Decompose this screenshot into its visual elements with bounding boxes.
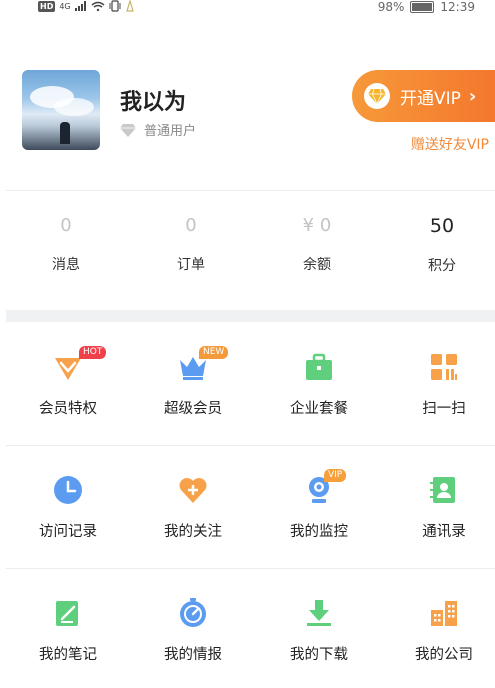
grid-item-label: 我的笔记: [39, 647, 97, 663]
stat-orders[interactable]: 0 订单: [131, 215, 251, 274]
vip-diamond-icon: [364, 83, 390, 109]
note-icon: [56, 601, 78, 626]
network-type: 4G: [59, 1, 71, 11]
hd-badge: HD: [38, 0, 56, 12]
diamond-icon: [120, 123, 136, 137]
download-icon: [307, 600, 331, 626]
stat-messages[interactable]: 0 消息: [6, 215, 126, 274]
grid-row: 我的笔记 我的情报 我的下载 我的公司: [0, 568, 495, 688]
signal-icon: [74, 1, 86, 11]
stat-value: ¥ 0: [302, 215, 332, 236]
battery-icon: [410, 1, 435, 13]
grid-item-label: 超级会员: [164, 401, 222, 417]
vibrate-icon: [109, 0, 121, 12]
stat-value: 0: [185, 215, 197, 236]
compass-icon: [180, 598, 206, 627]
grid-item-label: 我的情报: [164, 647, 222, 663]
grid-item-visit-history[interactable]: 访问记录: [6, 445, 130, 565]
profile-header: 我以为 普通用户 开通VIP › 赠送好友VIP: [0, 60, 495, 170]
clock-icon: [54, 476, 82, 504]
grid-item-my-downloads[interactable]: 我的下载: [257, 568, 381, 688]
stats-row: 0 消息 0 订单 ¥ 0 余额 50 积分: [0, 215, 495, 285]
grid-item-label: 会员特权: [39, 401, 97, 417]
grid-item-enterprise[interactable]: 企业套餐: [257, 322, 381, 442]
grid-item-my-company[interactable]: 我的公司: [382, 568, 495, 688]
stat-balance[interactable]: ¥ 0 余额: [257, 215, 377, 274]
stat-value: 0: [60, 215, 72, 236]
chevron-right-icon: ›: [468, 85, 477, 107]
user-level: 普通用户: [120, 120, 196, 139]
gift-vip-link[interactable]: 赠送好友VIP: [411, 134, 489, 154]
grid-item-super-member[interactable]: NEW 超级会员: [131, 322, 255, 442]
status-right: 98% 12:39: [378, 0, 475, 14]
stat-value: 50: [429, 215, 455, 237]
company-icon: [431, 601, 457, 626]
vip-badge: VIP: [324, 469, 347, 482]
qr-scan-icon: [431, 354, 457, 380]
grid-item-my-intel[interactable]: 我的情报: [131, 568, 255, 688]
grid-item-contacts[interactable]: 通讯录: [382, 445, 495, 565]
divider: [6, 190, 495, 191]
grid-item-label: 企业套餐: [290, 401, 348, 417]
briefcase-icon: [306, 353, 332, 380]
contacts-icon: [430, 477, 455, 503]
grid-item-label: 我的下载: [290, 647, 348, 663]
hot-badge: HOT: [79, 346, 107, 359]
grid-item-label: 扫一扫: [422, 401, 466, 417]
grid-item-label: 我的监控: [290, 524, 348, 540]
open-vip-label: 开通VIP: [400, 88, 461, 109]
username: 我以为: [120, 89, 187, 115]
grid-item-label: 访问记录: [39, 524, 97, 540]
grid-item-member-privilege[interactable]: HOT 会员特权: [6, 322, 130, 442]
heart-plus-icon: [179, 478, 207, 503]
stat-label: 余额: [303, 257, 331, 273]
section-divider: [6, 310, 495, 322]
status-bar: HD 4G 98% 12:39: [0, 0, 495, 18]
battery-percent: 98%: [377, 0, 405, 14]
grid-item-my-monitor[interactable]: VIP 我的监控: [257, 445, 381, 565]
grid-item-scan[interactable]: 扫一扫: [382, 322, 495, 442]
grid-item-label: 我的公司: [415, 647, 473, 663]
stat-points[interactable]: 50 积分: [382, 215, 495, 275]
stat-label: 订单: [177, 257, 205, 273]
status-left: HD 4G: [38, 0, 135, 12]
wifi-icon: [91, 1, 105, 11]
user-level-label: 普通用户: [144, 124, 197, 139]
grid-item-my-follows[interactable]: 我的关注: [131, 445, 255, 565]
new-badge: NEW: [199, 346, 229, 359]
grid-item-my-notes[interactable]: 我的笔记: [6, 568, 130, 688]
avatar[interactable]: [22, 70, 100, 150]
notification-icon: [125, 0, 134, 12]
grid-row: HOT 会员特权 NEW 超级会员 企业套餐 扫一扫: [0, 322, 495, 442]
grid-item-label: 我的关注: [164, 524, 222, 540]
open-vip-button[interactable]: 开通VIP ›: [352, 70, 495, 122]
stat-label: 消息: [52, 257, 80, 273]
grid-row: 访问记录 我的关注 VIP 我的监控 通讯录: [0, 445, 495, 565]
stat-label: 积分: [428, 258, 456, 274]
grid-item-label: 通讯录: [422, 524, 466, 540]
status-time: 12:39: [440, 0, 475, 14]
